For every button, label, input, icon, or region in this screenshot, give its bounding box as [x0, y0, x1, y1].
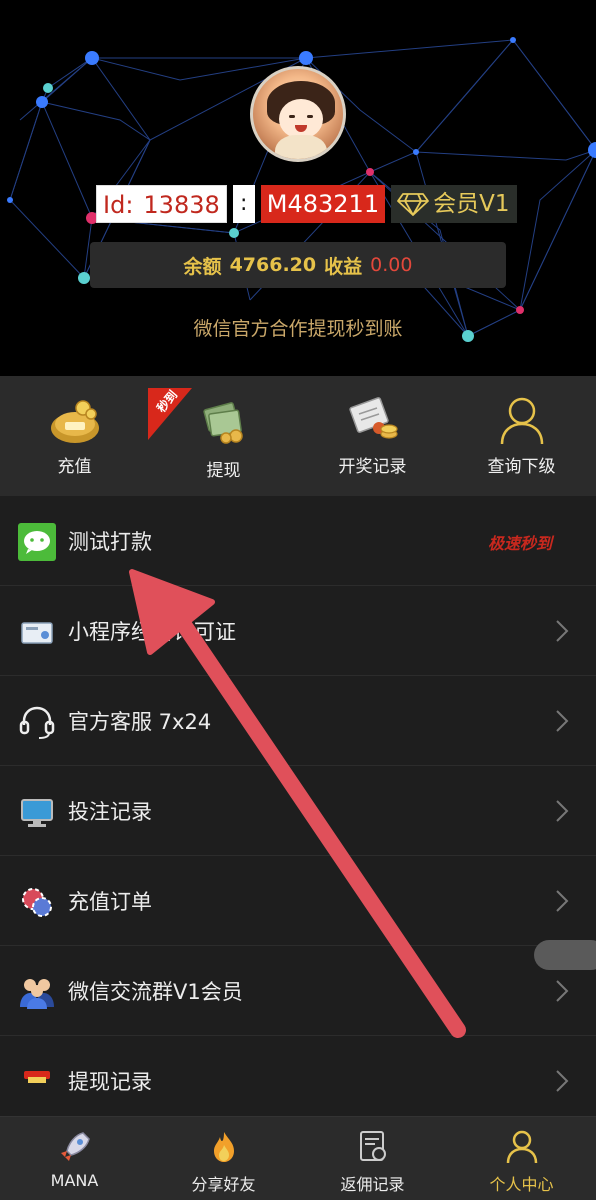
- document-coins-icon: [348, 397, 398, 439]
- headset-icon: [19, 706, 55, 739]
- shortcut-label: 提现: [206, 461, 241, 481]
- shortcut-recharge[interactable]: 充值: [0, 376, 149, 496]
- balance-label: 余额: [183, 255, 222, 278]
- menu-item-withdraw-records[interactable]: 提现记录: [0, 1036, 596, 1116]
- menu-item-label: 提现记录: [68, 1070, 152, 1094]
- diamond-icon: [397, 193, 429, 216]
- vip-label: 会员V1: [433, 191, 510, 217]
- promo-badge: 极速秒到: [488, 534, 555, 553]
- balance-value: 4766.20: [229, 254, 317, 276]
- nav-mana[interactable]: MANA: [0, 1117, 149, 1200]
- floating-handle[interactable]: [534, 940, 596, 970]
- menu-item-wechat-group[interactable]: 微信交流群V1会员: [0, 946, 596, 1036]
- shortcut-draw-records[interactable]: 开奖记录: [298, 376, 447, 496]
- user-icon: [506, 1130, 537, 1164]
- wechat-icon: [18, 523, 56, 561]
- shortcut-downline[interactable]: 查询下级: [447, 376, 596, 496]
- balance-bar: 余额 4766.20 收益 0.00: [90, 242, 506, 288]
- user-outline-icon: [500, 397, 543, 445]
- menu-item-label: 充值订单: [68, 890, 152, 914]
- chevron-right-icon: [556, 710, 569, 732]
- nav-label: 分享好友: [191, 1175, 256, 1194]
- menu-item-license[interactable]: 小程序经营许可证: [0, 586, 596, 676]
- user-id-value: 13838: [143, 191, 220, 219]
- menu-item-bet-records[interactable]: 投注记录: [0, 766, 596, 856]
- bottom-navigation: MANA 分享好友 返佣记录 个人中心: [0, 1116, 596, 1200]
- menu-list: 测试打款 极速秒到 小程序经营许可证 官方客服 7x24 投注记录 充值订单 微…: [0, 496, 596, 1116]
- shortcut-label: 开奖记录: [338, 457, 407, 477]
- flame-icon: [213, 1132, 234, 1162]
- rocket-icon: [60, 1132, 90, 1161]
- income-label: 收益: [324, 255, 363, 278]
- avatar[interactable]: [250, 66, 346, 162]
- shortcut-label: 充值: [57, 457, 92, 477]
- chevron-right-icon: [556, 1070, 569, 1092]
- menu-item-label: 微信交流群V1会员: [68, 980, 243, 1004]
- shortcut-bar: 充值 提现 开奖记录 查询下级: [0, 376, 596, 496]
- notice-text: 微信官方合作提现秒到账: [193, 318, 403, 340]
- chevron-right-icon: [556, 620, 569, 642]
- profile-header: Id: 13838 : M483211 会员V1 余额 4766.20 收益 0.…: [0, 0, 596, 376]
- nav-label: MANA: [50, 1171, 99, 1190]
- cash-stack-icon: [202, 402, 243, 444]
- user-id-row: Id: 13838 : M483211 会员V1: [96, 184, 518, 224]
- group-icon: [20, 979, 54, 1009]
- receipt-icon: [359, 1131, 386, 1161]
- nav-profile[interactable]: 个人中心: [447, 1117, 596, 1200]
- menu-item-label: 小程序经营许可证: [68, 620, 236, 644]
- chevron-right-icon: [556, 890, 569, 912]
- income-value: 0.00: [370, 254, 413, 276]
- menu-item-label: 官方客服 7x24: [68, 710, 212, 734]
- shortcut-label: 查询下级: [487, 457, 556, 477]
- money-bag-icon: [50, 400, 99, 443]
- user-id-label: Id:: [103, 191, 134, 219]
- monitor-icon: [21, 799, 53, 827]
- instant-badge: 秒到: [148, 388, 192, 440]
- vip-badge: 会员V1: [391, 185, 518, 223]
- chevron-right-icon: [556, 980, 569, 1002]
- certificate-icon: [21, 622, 53, 644]
- chevron-right-icon: [556, 800, 569, 822]
- menu-item-recharge-orders[interactable]: 充值订单: [0, 856, 596, 946]
- menu-item-customer-service[interactable]: 官方客服 7x24: [0, 676, 596, 766]
- nav-label: 返佣记录: [340, 1175, 405, 1194]
- menu-item-test-payment[interactable]: 测试打款 极速秒到: [0, 496, 596, 586]
- nav-label: 个人中心: [489, 1175, 554, 1194]
- menu-item-label: 测试打款: [68, 530, 152, 554]
- chips-icon: [22, 888, 52, 917]
- promo-text: 极速秒到: [488, 534, 555, 553]
- id-separator: :: [232, 185, 255, 223]
- menu-item-label: 投注记录: [68, 800, 152, 824]
- invite-code: M483211: [260, 185, 386, 223]
- withdraw-icon: [24, 1071, 50, 1083]
- nav-share[interactable]: 分享好友: [149, 1117, 298, 1200]
- nav-commission[interactable]: 返佣记录: [298, 1117, 447, 1200]
- user-id: Id: 13838: [96, 185, 227, 223]
